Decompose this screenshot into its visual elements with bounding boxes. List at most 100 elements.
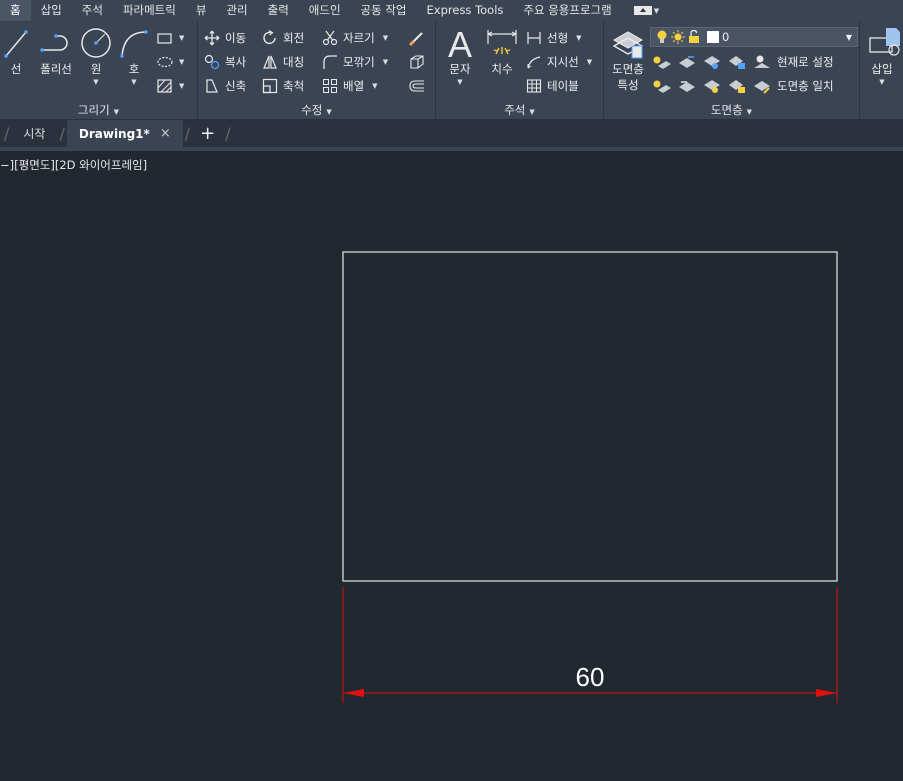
panel-draw-title[interactable]: 그리기 ▼ [0, 100, 197, 120]
text-a-icon: A [444, 25, 476, 61]
start-tab[interactable]: 시작 [11, 120, 57, 147]
trim-button[interactable]: 자르기 ▼ [322, 27, 388, 49]
line-label: 선 [10, 62, 22, 76]
tab-output[interactable]: 출력 [258, 0, 299, 21]
array-button[interactable]: 배열 ▼ [322, 75, 378, 97]
layer-on-icon[interactable] [702, 78, 722, 94]
chevron-down-icon: ▼ [879, 78, 885, 86]
mirror-label: 대칭 [283, 55, 305, 69]
mirror-icon [263, 55, 277, 69]
sun-icon [671, 30, 685, 44]
copy-button[interactable]: 복사 [204, 51, 246, 73]
dimension-button[interactable]: 치수 [484, 25, 520, 77]
tab-view[interactable]: 뷰 [186, 0, 217, 21]
rotate-button[interactable]: 회전 [262, 27, 304, 49]
dimension-text: 60 [576, 662, 605, 692]
linear-label: 선형 [547, 31, 569, 45]
layer-dropdown[interactable]: 0 ▼ [650, 27, 858, 47]
linear-dimension[interactable]: 60 [342, 587, 838, 703]
tab-manage[interactable]: 관리 [216, 0, 257, 21]
ribbon: 선 폴리선 원 ▼ 호 ▼ ▼ ▼ ▼ 그리기 ▼ 이동 회전 자르기 ▼ 복사… [0, 21, 903, 120]
tab-addins[interactable]: 애드인 [299, 0, 351, 21]
circle-button[interactable]: 원 ▼ [80, 25, 112, 86]
layer-off-icon[interactable] [702, 54, 722, 70]
copy-label: 복사 [225, 55, 247, 69]
start-tab-label: 시작 [23, 127, 46, 141]
layer-lock-icon[interactable] [727, 54, 747, 70]
layer-isolate-icon[interactable] [652, 54, 672, 70]
leader-button[interactable]: 지시선 ▼ [526, 51, 592, 73]
text-button[interactable]: A 문자 ▼ [444, 25, 476, 86]
panel-layers: 도면층 특성 0 ▼ 현재로 설정 도면층 일치 도면층 ▼ [604, 21, 860, 120]
array-icon [323, 79, 337, 93]
panel-annotation-title[interactable]: 주석 ▼ [436, 100, 603, 120]
current-layer-name: 0 [722, 30, 730, 44]
polyline-button[interactable]: 폴리선 [36, 25, 76, 77]
offset-button[interactable] [408, 75, 431, 97]
scissors-icon [322, 30, 338, 46]
panel-modify-title[interactable]: 수정 ▼ [198, 100, 435, 120]
scale-button[interactable]: 축척 [262, 75, 304, 97]
panel-modify-label: 수정 [301, 103, 323, 117]
new-tab-button[interactable]: + [192, 123, 223, 144]
match-layer-icon [754, 81, 770, 94]
move-button[interactable]: 이동 [204, 27, 246, 49]
layer-thaw-icon[interactable] [677, 78, 697, 94]
mirror-button[interactable]: 대칭 [262, 51, 304, 73]
tab-insert[interactable]: 삽입 [31, 0, 72, 21]
layer-unisolate-icon[interactable] [652, 78, 672, 94]
tab-parametric[interactable]: 파라메트릭 [113, 0, 186, 21]
ellipse-icon [157, 56, 173, 68]
circle-label: 원 [90, 62, 102, 76]
fillet-button[interactable]: 모깎기 ▼ [322, 51, 388, 73]
tab-express-tools[interactable]: Express Tools [417, 0, 514, 21]
array-label: 배열 [343, 79, 365, 93]
dimension-icon [484, 25, 520, 61]
layer-properties-button[interactable]: 도면층 특성 [608, 25, 648, 93]
tab-featured-apps[interactable]: 주요 응용프로그램 [513, 0, 621, 21]
tab-home[interactable]: 홈 [0, 0, 31, 21]
arc-button[interactable]: 호 ▼ [118, 25, 150, 86]
chevron-down-icon: ▼ [653, 6, 660, 15]
drawn-rectangle[interactable] [342, 251, 838, 582]
tab-collaborate[interactable]: 공동 작업 [351, 0, 417, 21]
table-icon [526, 79, 542, 93]
arc-icon [118, 25, 150, 61]
hatch-icon [157, 79, 172, 93]
minimize-ribbon-icon [633, 6, 652, 15]
layer-properties-icon [610, 25, 646, 61]
layer-freeze-icon[interactable] [677, 54, 697, 70]
tab-annotate[interactable]: 주석 [72, 0, 113, 21]
drawing-canvas[interactable]: 60 [0, 151, 903, 781]
hatch-button[interactable]: ▼ [156, 75, 184, 97]
close-icon[interactable]: × [160, 126, 171, 141]
insert-label: 삽입 [871, 62, 893, 76]
ellipse-button[interactable]: ▼ [156, 51, 184, 73]
linear-dimension-button[interactable]: 선형 ▼ [526, 27, 582, 49]
chevron-down-icon: ▼ [179, 82, 185, 90]
circle-icon [80, 25, 112, 61]
panel-layers-title[interactable]: 도면층 ▼ [604, 100, 859, 120]
rectangle-button[interactable]: ▼ [156, 27, 184, 49]
polyline-label: 폴리선 [40, 62, 72, 76]
make-current-button[interactable]: 현재로 설정 [777, 54, 834, 70]
insert-block-button[interactable]: 삽입 ▼ [862, 25, 902, 86]
layer-unlock-icon[interactable] [727, 78, 747, 94]
chevron-down-icon: ▼ [845, 32, 852, 42]
layer-properties-label-2: 특성 [617, 78, 639, 92]
drawing1-tab[interactable]: Drawing1* × [66, 120, 183, 147]
explode-button[interactable] [408, 51, 431, 73]
panel-annotation-label: 주석 [504, 103, 526, 117]
viewport-controls-label[interactable]: −][평면도][2D 와이어프레임] [0, 157, 147, 173]
layer-tools-row-1: 현재로 설정 [652, 51, 834, 73]
stretch-button[interactable]: 신축 [204, 75, 246, 97]
match-layer-button[interactable]: 도면층 일치 [777, 78, 834, 94]
erase-button[interactable] [408, 27, 431, 49]
ribbon-minimize-button[interactable]: ▼ [633, 6, 660, 15]
tab-separator: / [225, 124, 231, 143]
svg-text:A: A [448, 25, 472, 61]
table-button[interactable]: 테이블 [526, 75, 579, 97]
panel-block: 삽입 ▼ [860, 21, 903, 120]
cube-icon [410, 55, 424, 69]
line-button[interactable]: 선 [2, 25, 30, 77]
